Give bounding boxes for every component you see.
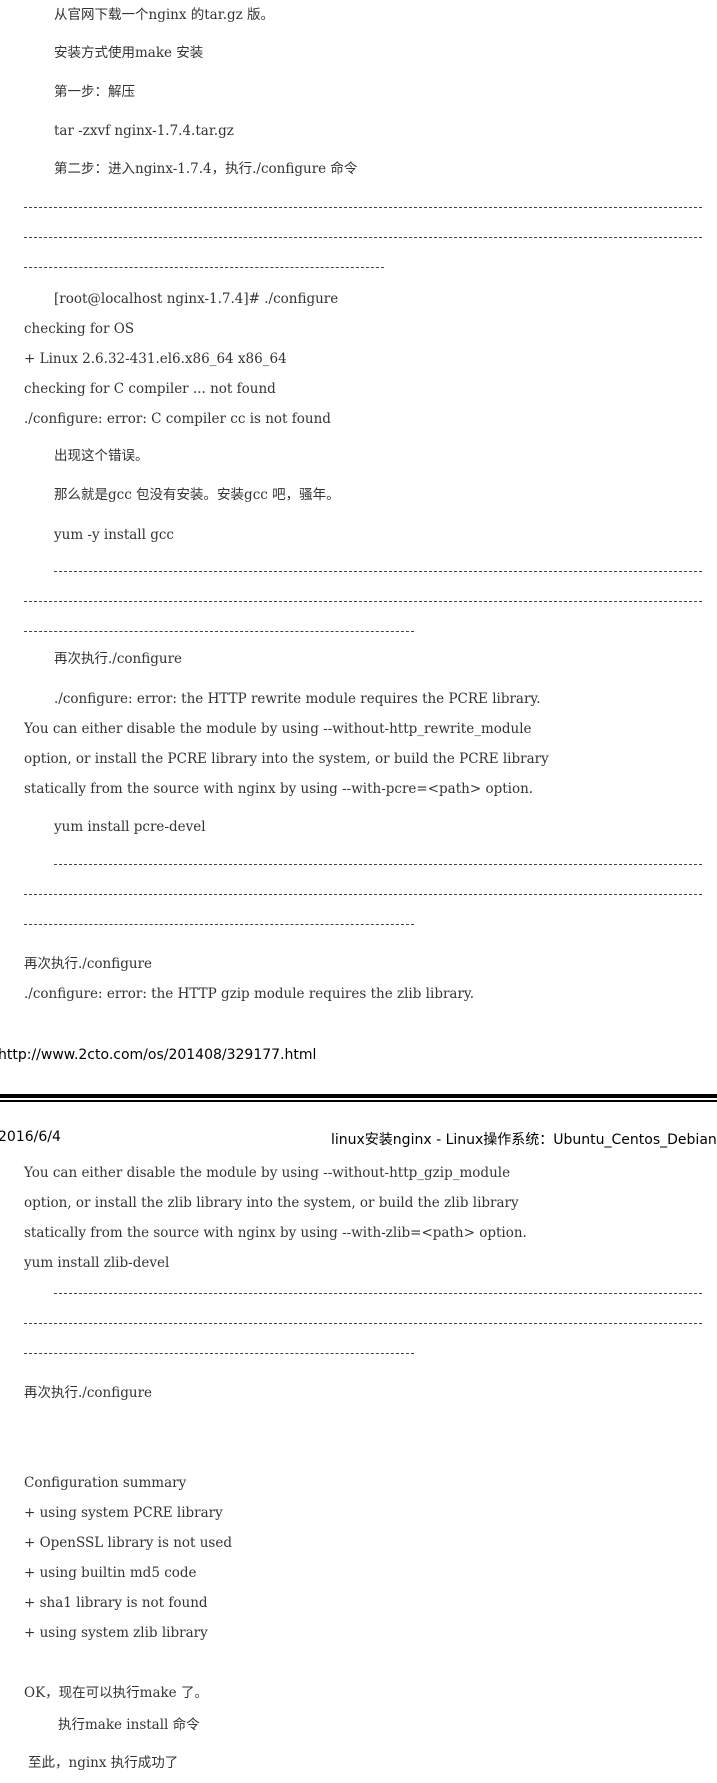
- code-line: ./configure: error: the HTTP rewrite mod…: [54, 691, 541, 707]
- text-line: 至此，nginx 执行成功了: [28, 1755, 179, 1771]
- code-line: statically from the source with nginx by…: [24, 1225, 527, 1241]
- dashed-divider: [54, 864, 702, 865]
- code-line: ./configure: error: C compiler cc is not…: [24, 411, 331, 427]
- dashed-divider: [24, 1323, 702, 1324]
- code-line: + Linux 2.6.32-431.el6.x86_64 x86_64: [24, 351, 287, 367]
- code-line: tar -zxvf nginx-1.7.4.tar.gz: [54, 123, 234, 139]
- dashed-divider: [24, 237, 702, 238]
- dashed-divider: [24, 601, 702, 602]
- code-line: ./configure: error: the HTTP gzip module…: [24, 986, 475, 1002]
- code-line: yum install pcre-devel: [54, 819, 206, 835]
- text-line: 第二步：进入nginx-1.7.4，执行./configure 命令: [54, 161, 358, 177]
- page-header-date: 2016/6/4: [0, 1129, 61, 1145]
- code-line: [root@localhost nginx-1.7.4]# ./configur…: [54, 291, 339, 307]
- code-line: checking for OS: [24, 321, 135, 337]
- text-line: 再次执行./configure: [24, 1385, 153, 1401]
- document-page: { "page1": { "l1": "从官网下载一个nginx 的tar.gz…: [0, 0, 717, 1783]
- code-line: statically from the source with nginx by…: [24, 781, 534, 797]
- dashed-divider: [24, 924, 414, 925]
- code-line: option, or install the zlib library into…: [24, 1195, 519, 1211]
- text-line: 出现这个错误。: [54, 448, 149, 464]
- dashed-divider: [24, 631, 414, 632]
- text-line: OK，现在可以执行make 了。: [24, 1685, 208, 1701]
- code-line: You can either disable the module by usi…: [24, 1165, 511, 1181]
- code-line: + sha1 library is not found: [24, 1595, 208, 1611]
- text-line: 再次执行./configure: [24, 956, 153, 972]
- page-header-title: linux安装nginx - Linux操作系统：Ubuntu_Centos_D…: [331, 1132, 717, 1148]
- text-line: 再次执行./configure: [54, 651, 183, 667]
- dashed-divider: [54, 571, 702, 572]
- code-line: yum -y install gcc: [54, 527, 174, 543]
- code-line: option, or install the PCRE library into…: [24, 751, 549, 767]
- code-line: + using builtin md5 code: [24, 1565, 197, 1581]
- page-footer-url: http://www.2cto.com/os/201408/329177.htm…: [0, 1047, 317, 1063]
- text-line: 安装方式使用make 安装: [54, 45, 204, 61]
- code-line: + using system PCRE library: [24, 1505, 223, 1521]
- page-separator: [0, 1100, 717, 1102]
- page-separator: [0, 1094, 717, 1098]
- text-line: 从官网下载一个nginx 的tar.gz 版。: [54, 7, 275, 23]
- dashed-divider: [54, 1293, 702, 1294]
- text-line: 执行make install 命令: [58, 1717, 200, 1733]
- code-line: checking for C compiler ... not found: [24, 381, 276, 397]
- text-line: 那么就是gcc 包没有安装。安装gcc 吧，骚年。: [54, 487, 340, 503]
- code-line: + using system zlib library: [24, 1625, 208, 1641]
- dashed-divider: [24, 1353, 414, 1354]
- code-line: Configuration summary: [24, 1475, 187, 1491]
- code-line: You can either disable the module by usi…: [24, 721, 532, 737]
- dashed-divider: [24, 267, 384, 268]
- text-line: 第一步：解压: [54, 84, 135, 100]
- code-line: yum install zlib-devel: [24, 1255, 170, 1271]
- dashed-divider: [24, 894, 702, 895]
- code-line: + OpenSSL library is not used: [24, 1535, 232, 1551]
- dashed-divider: [24, 207, 702, 208]
